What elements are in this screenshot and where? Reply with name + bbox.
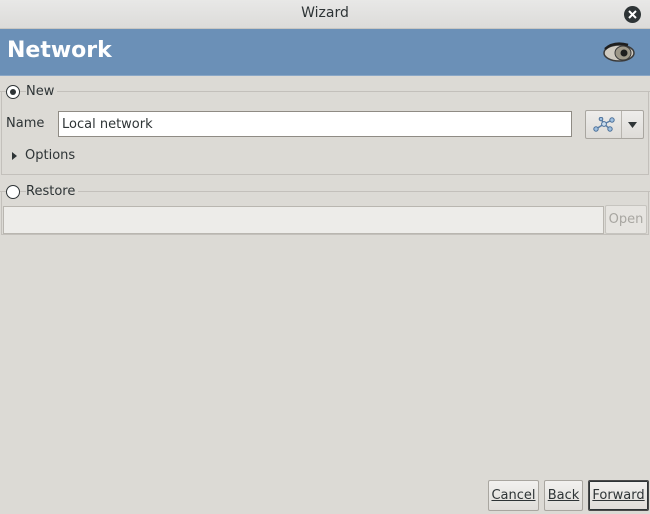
close-button[interactable] [624, 6, 641, 23]
cancel-button[interactable]: Cancel [488, 480, 539, 511]
options-label: Options [25, 148, 76, 163]
title-bar: Wizard [0, 0, 650, 29]
new-radio-label: New [26, 84, 58, 99]
network-type-combo[interactable] [585, 110, 644, 139]
open-button[interactable]: Open [605, 205, 647, 234]
close-icon [628, 10, 637, 19]
page-title: Network [7, 38, 112, 63]
new-radio-button[interactable] [6, 84, 20, 99]
restore-radio-option[interactable]: Restore [6, 184, 79, 199]
restore-radio-button[interactable] [6, 184, 20, 199]
network-icon [586, 111, 622, 138]
window-title: Wizard [301, 5, 349, 21]
restore-path-input[interactable] [3, 206, 604, 234]
restore-radio-label: Restore [26, 184, 79, 199]
forward-button[interactable]: Forward [588, 480, 649, 511]
new-radio-option[interactable]: New [6, 84, 58, 99]
options-expander[interactable]: Options [12, 148, 75, 163]
name-label: Name [6, 116, 45, 131]
name-input[interactable] [58, 111, 572, 137]
chevron-down-icon[interactable] [622, 111, 643, 138]
back-button[interactable]: Back [544, 480, 583, 511]
expander-arrow-icon [12, 151, 17, 160]
eye-logo-icon [602, 40, 636, 68]
page-banner: Network [0, 29, 650, 76]
